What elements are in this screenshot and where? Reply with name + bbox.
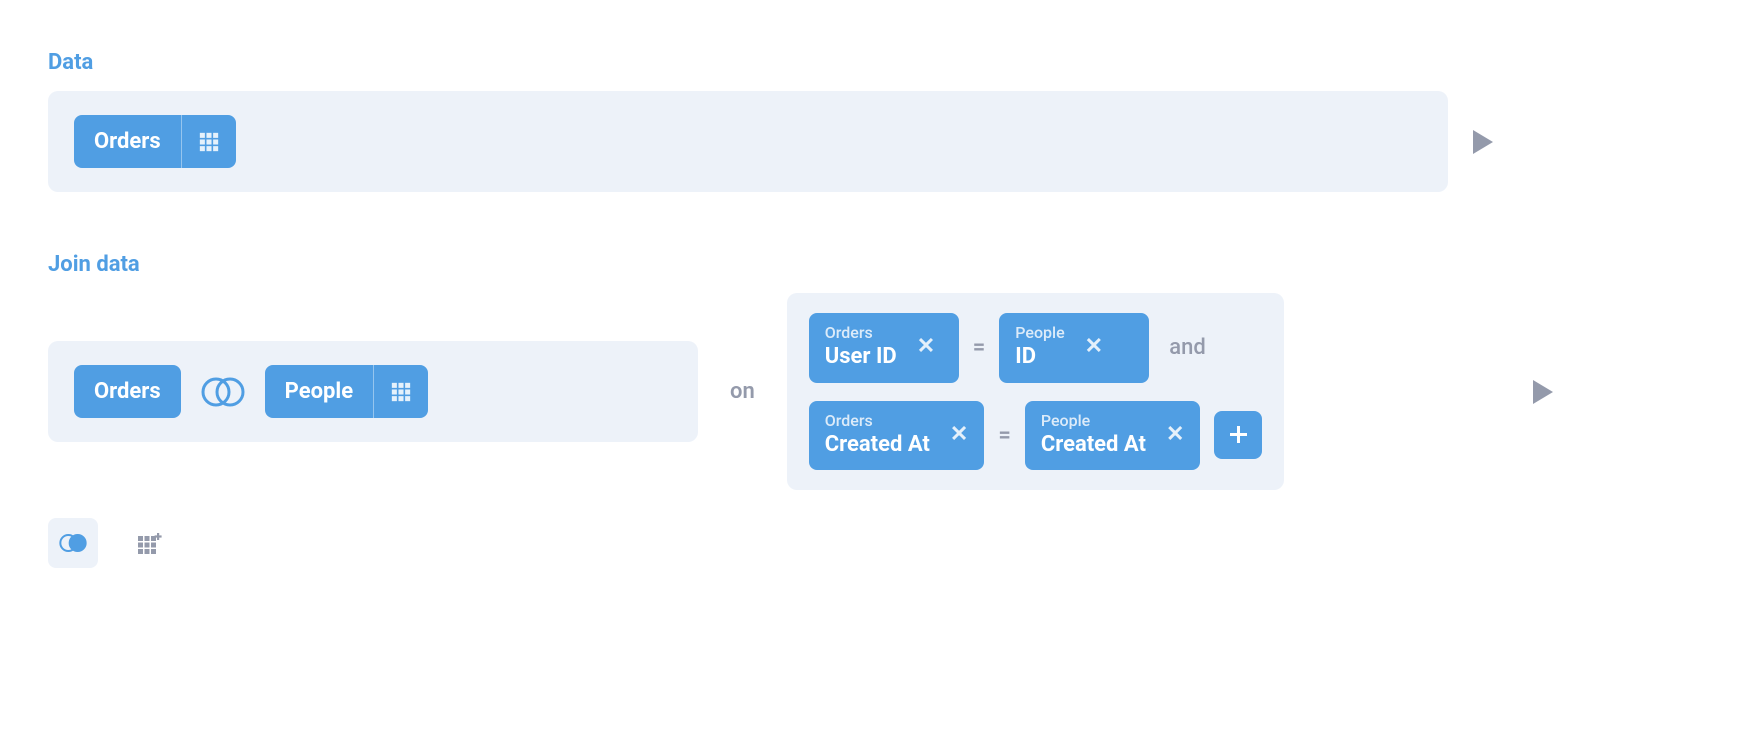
table-grid-icon[interactable]	[373, 365, 428, 418]
join-section-title: Join data	[48, 252, 1700, 277]
field-name-label: Created At	[825, 431, 930, 459]
condition-row: Orders User ID ✕ = People ID ✕	[809, 313, 1263, 383]
join-type-icon[interactable]	[201, 374, 245, 410]
source-table-chip[interactable]: Orders	[74, 115, 236, 168]
add-condition-button[interactable]	[1214, 411, 1262, 459]
remove-field-icon[interactable]: ✕	[948, 422, 970, 447]
join-tables-panel: Orders People	[48, 341, 698, 442]
field-table-label: People	[1015, 323, 1064, 343]
remove-field-icon[interactable]: ✕	[1083, 334, 1105, 359]
condition-right-field[interactable]: People Created At ✕	[1025, 401, 1201, 471]
next-step-arrow-icon[interactable]	[1470, 127, 1496, 157]
field-name-label: ID	[1015, 343, 1064, 371]
add-data-button[interactable]	[126, 518, 176, 568]
and-label: and	[1163, 335, 1212, 360]
join-left-table-label: Orders	[74, 365, 181, 418]
join-mode-button[interactable]	[48, 518, 98, 568]
join-right-table-chip[interactable]: People	[265, 365, 428, 418]
condition-left-field[interactable]: Orders Created At ✕	[809, 401, 985, 471]
remove-field-icon[interactable]: ✕	[915, 334, 937, 359]
condition-left-field[interactable]: Orders User ID ✕	[809, 313, 959, 383]
field-table-label: Orders	[825, 323, 897, 343]
data-section-title: Data	[48, 50, 1700, 75]
equals-label: =	[973, 335, 986, 360]
equals-label: =	[998, 423, 1011, 448]
join-action-bar	[48, 518, 1700, 568]
join-left-table-chip[interactable]: Orders	[74, 365, 181, 418]
field-name-label: Created At	[1041, 431, 1146, 459]
source-table-label: Orders	[74, 115, 181, 168]
field-table-label: People	[1041, 411, 1146, 431]
condition-row: Orders Created At ✕ = People Created At …	[809, 401, 1263, 471]
on-label: on	[722, 379, 763, 404]
join-right-table-label: People	[265, 365, 373, 418]
table-grid-icon[interactable]	[181, 115, 236, 168]
condition-right-field[interactable]: People ID ✕	[999, 313, 1149, 383]
field-name-label: User ID	[825, 343, 897, 371]
next-step-arrow-icon[interactable]	[1530, 377, 1556, 407]
join-conditions-panel: Orders User ID ✕ = People ID ✕	[787, 293, 1285, 490]
data-source-panel: Orders	[48, 91, 1448, 192]
remove-field-icon[interactable]: ✕	[1164, 422, 1186, 447]
field-table-label: Orders	[825, 411, 930, 431]
